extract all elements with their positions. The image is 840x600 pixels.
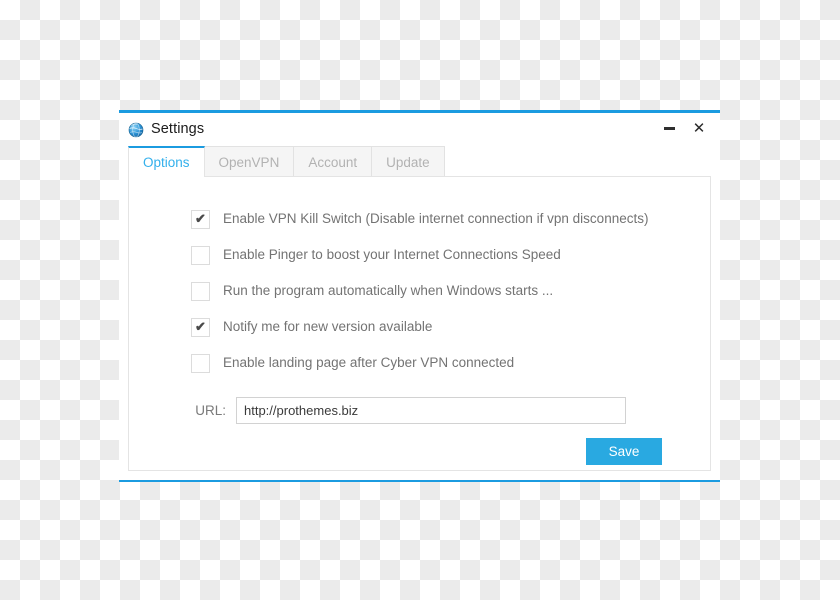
tab-update-label: Update bbox=[386, 154, 430, 170]
globe-icon bbox=[128, 122, 144, 138]
close-icon: ✕ bbox=[692, 120, 706, 137]
minimize-icon bbox=[663, 127, 675, 130]
tab-account[interactable]: Account bbox=[293, 146, 373, 177]
option-label-notify: Notify me for new version available bbox=[223, 319, 433, 335]
save-row: Save bbox=[129, 438, 710, 465]
tab-openvpn[interactable]: OpenVPN bbox=[203, 146, 295, 177]
tabstrip: Options OpenVPN Account Update bbox=[119, 146, 720, 177]
titlebar-left: Settings bbox=[128, 122, 204, 138]
settings-window: Settings ✕ Options OpenVPN Account Updat… bbox=[119, 110, 720, 482]
tab-account-label: Account bbox=[308, 154, 358, 170]
window-titlebar: Settings ✕ bbox=[119, 113, 720, 146]
minimize-button[interactable] bbox=[660, 120, 678, 140]
option-row-kill-switch[interactable]: ✔ Enable VPN Kill Switch (Disable intern… bbox=[129, 201, 710, 237]
checkbox-notify[interactable]: ✔ bbox=[191, 317, 210, 337]
save-button-label: Save bbox=[608, 444, 640, 459]
option-label-landing-page: Enable landing page after Cyber VPN conn… bbox=[223, 355, 515, 371]
checkbox-landing-page[interactable]: ✔ bbox=[191, 353, 210, 373]
option-label-kill-switch: Enable VPN Kill Switch (Disable internet… bbox=[223, 211, 649, 227]
save-button[interactable]: Save bbox=[586, 438, 662, 465]
option-row-autostart[interactable]: ✔ Run the program automatically when Win… bbox=[129, 273, 710, 309]
options-panel: ✔ Enable VPN Kill Switch (Disable intern… bbox=[128, 176, 711, 471]
check-icon: ✔ bbox=[195, 211, 206, 226]
checkbox-pinger[interactable]: ✔ bbox=[191, 245, 210, 265]
window-title: Settings bbox=[151, 121, 205, 138]
url-input[interactable] bbox=[236, 397, 626, 424]
option-label-pinger: Enable Pinger to boost your Internet Con… bbox=[223, 247, 561, 263]
option-row-notify[interactable]: ✔ Notify me for new version available bbox=[129, 309, 710, 345]
tab-options[interactable]: Options bbox=[128, 146, 205, 177]
option-row-pinger[interactable]: ✔ Enable Pinger to boost your Internet C… bbox=[129, 237, 710, 273]
options-list: ✔ Enable VPN Kill Switch (Disable intern… bbox=[129, 177, 710, 381]
close-button[interactable]: ✕ bbox=[690, 120, 708, 140]
checkbox-kill-switch[interactable]: ✔ bbox=[191, 209, 210, 229]
tab-options-label: Options bbox=[143, 155, 190, 170]
url-row: URL: bbox=[129, 397, 710, 424]
tab-openvpn-label: OpenVPN bbox=[218, 154, 280, 170]
checkbox-autostart[interactable]: ✔ bbox=[191, 281, 210, 301]
tab-update[interactable]: Update bbox=[371, 146, 445, 177]
option-row-landing-page[interactable]: ✔ Enable landing page after Cyber VPN co… bbox=[129, 345, 710, 381]
check-icon: ✔ bbox=[195, 319, 206, 334]
url-label: URL: bbox=[195, 402, 226, 418]
window-controls: ✕ bbox=[660, 113, 708, 146]
option-label-autostart: Run the program automatically when Windo… bbox=[223, 283, 554, 299]
